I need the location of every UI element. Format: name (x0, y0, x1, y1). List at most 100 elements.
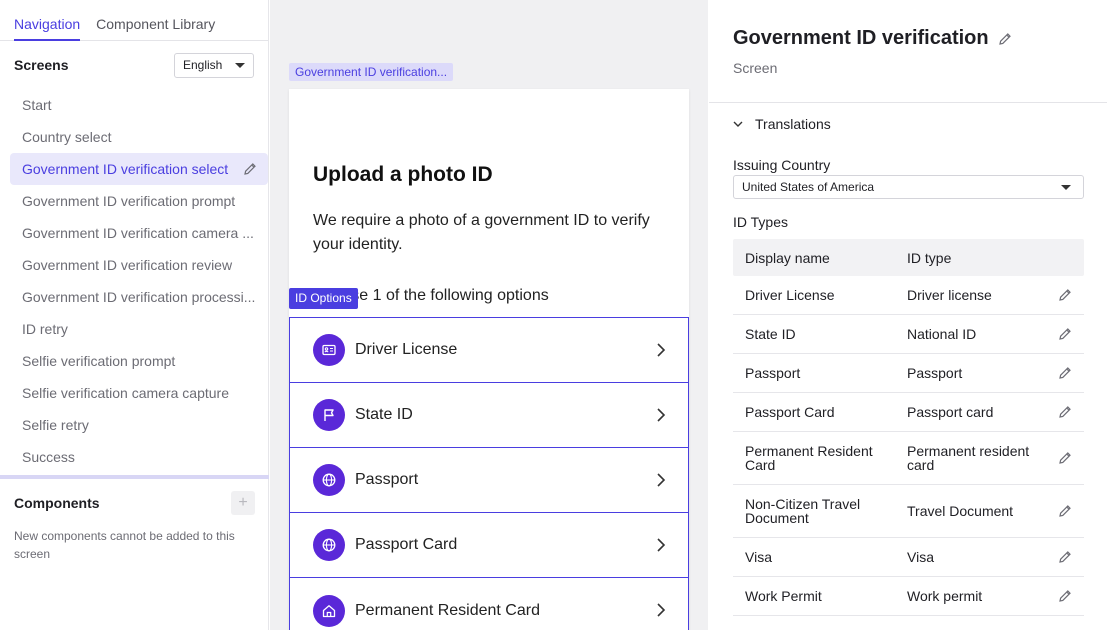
screen-heading[interactable]: Upload a photo ID (313, 163, 493, 187)
screen-list-item-label: Country select (22, 129, 112, 145)
screens-header: Screens English (0, 41, 268, 89)
inspector-subtitle: Screen (733, 60, 778, 76)
id-option-driver-license[interactable]: Driver License (290, 318, 688, 383)
edit-row-button[interactable] (1045, 503, 1084, 519)
components-header: Components + (14, 479, 255, 527)
screen-list-item-label: Government ID verification prompt (22, 193, 236, 209)
screen-list-item[interactable]: Start (10, 89, 268, 121)
screen-list-item[interactable]: Government ID verification review (10, 249, 268, 281)
inspector-panel: Government ID verification Screen Transl… (709, 0, 1107, 630)
screen-list: Start Country select Government ID verific… (0, 89, 268, 473)
id-type-cell: Permanent resident card (907, 443, 1030, 473)
id-card-icon (313, 334, 345, 366)
id-option-passport-card[interactable]: Passport Card (290, 513, 688, 578)
display-name-cell: Passport (745, 365, 801, 381)
issuing-country-value: United States of America (742, 180, 875, 194)
screen-tag[interactable]: Government ID verification... (289, 63, 454, 81)
chevron-right-icon (657, 343, 666, 357)
screen-list-item-label: Selfie verification camera capture (22, 385, 229, 401)
id-option-state-id[interactable]: State ID (290, 383, 688, 448)
pencil-icon (1058, 551, 1071, 563)
screen-list-item[interactable]: Success (10, 441, 268, 473)
option-label: Passport (355, 471, 419, 488)
table-row: Permanent Resident Card Permanent residen… (733, 432, 1084, 485)
table-row: State ID National ID (733, 315, 1084, 354)
screen-list-item-label: Success (22, 449, 75, 465)
screen-list-item[interactable]: Government ID verification select (10, 153, 268, 185)
chevron-right-icon (657, 408, 666, 422)
screen-list-item[interactable]: Government ID verification prompt (10, 185, 268, 217)
add-component-button[interactable]: + (231, 491, 255, 515)
language-select[interactable]: English (174, 52, 254, 78)
translations-label: Translations (755, 116, 831, 132)
screen-list-item-label: Start (22, 97, 52, 113)
id-type-cell: Passport (907, 365, 963, 381)
pencil-icon[interactable] (242, 161, 258, 177)
display-name-cell: Driver License (745, 287, 835, 303)
inspector-title: Government ID verification (733, 27, 1013, 50)
components-title: Components (14, 495, 100, 511)
option-label: State ID (355, 406, 413, 423)
screen-list-item[interactable]: Country select (10, 121, 268, 153)
screen-list-item[interactable]: Selfie verification prompt (10, 345, 268, 377)
screen-list-item[interactable]: Selfie retry (10, 409, 268, 441)
panel-tabs: Navigation Component Library (0, 0, 268, 41)
screen-list-item[interactable]: ID retry (10, 313, 268, 345)
edit-row-button[interactable] (1045, 365, 1084, 381)
pencil-icon (1058, 328, 1071, 340)
screen-list-item-label: Government ID verification processi... (22, 289, 256, 305)
edit-row-button[interactable] (1045, 326, 1084, 342)
screen-list-item-label: Government ID verification review (22, 257, 233, 273)
table-row: Passport Passport (733, 354, 1084, 393)
chevron-right-icon (657, 473, 666, 487)
pencil-icon (1058, 452, 1071, 464)
id-type-cell: Travel Document (907, 503, 1014, 519)
left-panel: Navigation Component Library Screens Eng… (0, 0, 269, 630)
pencil-icon[interactable] (997, 31, 1013, 47)
edit-row-button[interactable] (1045, 588, 1084, 604)
chevron-down-icon (235, 62, 245, 68)
option-label: Passport Card (355, 536, 458, 553)
table-body: Driver License Driver license State ID Nati… (733, 276, 1084, 616)
translations-toggle[interactable]: Translations (733, 116, 831, 132)
screen-list-item[interactable]: Government ID verification camera ... (10, 217, 268, 249)
table-row: Driver License Driver license (733, 276, 1084, 315)
id-option-permanent-resident-card[interactable]: Permanent Resident Card (290, 578, 688, 630)
screen-description[interactable]: We require a photo of a government ID to… (313, 209, 665, 257)
screen-list-item[interactable]: Selfie verification camera capture (10, 377, 268, 409)
edit-row-button[interactable] (1045, 287, 1084, 303)
chevron-right-icon (657, 538, 666, 552)
pencil-icon (1058, 406, 1071, 418)
screen-preview: Upload a photo ID We require a photo of … (289, 89, 689, 630)
components-section: Components + New components cannot be ad… (0, 479, 269, 563)
components-note: New components cannot be added to this s… (14, 529, 235, 561)
id-type-cell: Visa (907, 549, 934, 565)
option-label: Driver License (355, 341, 458, 358)
id-options-tag[interactable]: ID Options (289, 288, 358, 309)
display-name-cell: State ID (745, 326, 796, 342)
screen-list-item[interactable]: Government ID verification processi... (10, 281, 268, 313)
chevron-down-icon (1061, 185, 1071, 190)
id-options-list[interactable]: Driver License State ID Passport Passport C… (289, 317, 689, 630)
inspector-title-text: Government ID verification (733, 27, 989, 49)
table-row: Work Permit Work permit (733, 577, 1084, 616)
table-row: Visa Visa (733, 538, 1084, 577)
tab-navigation[interactable]: Navigation (14, 0, 81, 41)
screen-list-item-label: Selfie verification prompt (22, 353, 176, 369)
display-name-cell: Visa (745, 549, 772, 565)
display-name-cell: Non-Citizen Travel Document (745, 496, 861, 526)
id-option-passport[interactable]: Passport (290, 448, 688, 513)
tab-component-library[interactable]: Component Library (96, 0, 215, 41)
pencil-icon (1058, 590, 1071, 602)
edit-row-button[interactable] (1045, 450, 1084, 466)
pencil-icon (1058, 367, 1071, 379)
issuing-country-select[interactable]: United States of America (733, 175, 1084, 199)
edit-row-button[interactable] (1045, 549, 1084, 565)
id-type-cell: Work permit (907, 588, 983, 604)
edit-row-button[interactable] (1045, 404, 1084, 420)
table-row: Passport Card Passport card (733, 393, 1084, 432)
flag-icon (313, 399, 345, 431)
table-header: Display name ID type (733, 239, 1084, 276)
id-type-cell: Passport card (907, 404, 994, 420)
table-row: Non-Citizen Travel Document Travel Docume… (733, 485, 1084, 538)
